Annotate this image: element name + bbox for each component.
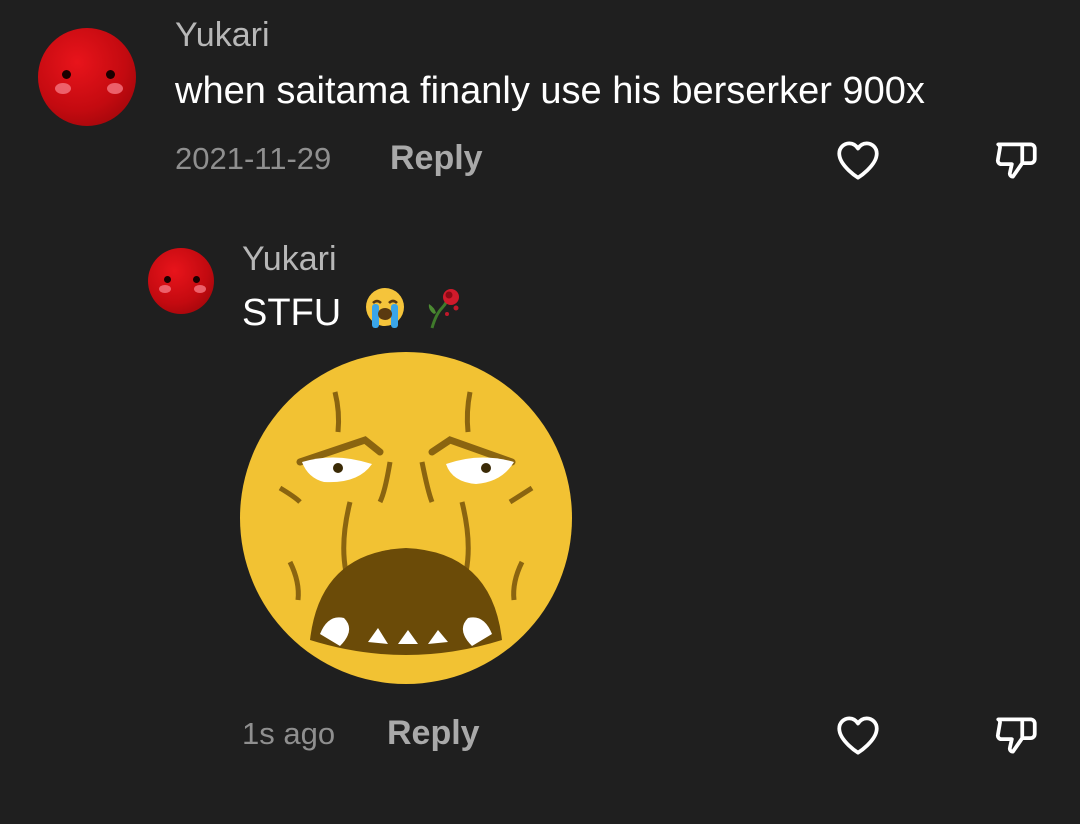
comment-text-content: STFU (242, 292, 342, 335)
avatar-eye (106, 70, 115, 79)
avatar[interactable] (148, 248, 214, 314)
avatar-cheek (194, 285, 206, 293)
reply-button[interactable]: Reply (390, 139, 483, 178)
avatar[interactable] (38, 28, 136, 126)
avatar-cheek (159, 285, 171, 293)
heart-outline-icon[interactable] (833, 135, 883, 185)
comment-text: STFU (242, 288, 466, 340)
avatar-cheek (107, 83, 123, 94)
comment-date: 2021-11-29 (175, 141, 332, 176)
avatar-eye (164, 276, 171, 283)
avatar-eye (193, 276, 200, 283)
wilted-rose-icon (420, 284, 466, 340)
reply-button[interactable]: Reply (387, 714, 480, 753)
comment-username[interactable]: Yukari (175, 16, 270, 55)
thumbs-down-outline-icon[interactable] (991, 710, 1041, 760)
angry-screaming-face-sticker[interactable] (240, 352, 572, 684)
thumbs-down-outline-icon[interactable] (991, 135, 1041, 185)
loudly-crying-face-icon (362, 284, 408, 340)
heart-outline-icon[interactable] (833, 710, 883, 760)
avatar-eye (62, 70, 71, 79)
comment-date: 1s ago (242, 716, 336, 751)
comment-text: when saitama finanly use his berserker 9… (175, 70, 925, 112)
comment-username[interactable]: Yukari (242, 240, 337, 279)
avatar-cheek (55, 83, 71, 94)
